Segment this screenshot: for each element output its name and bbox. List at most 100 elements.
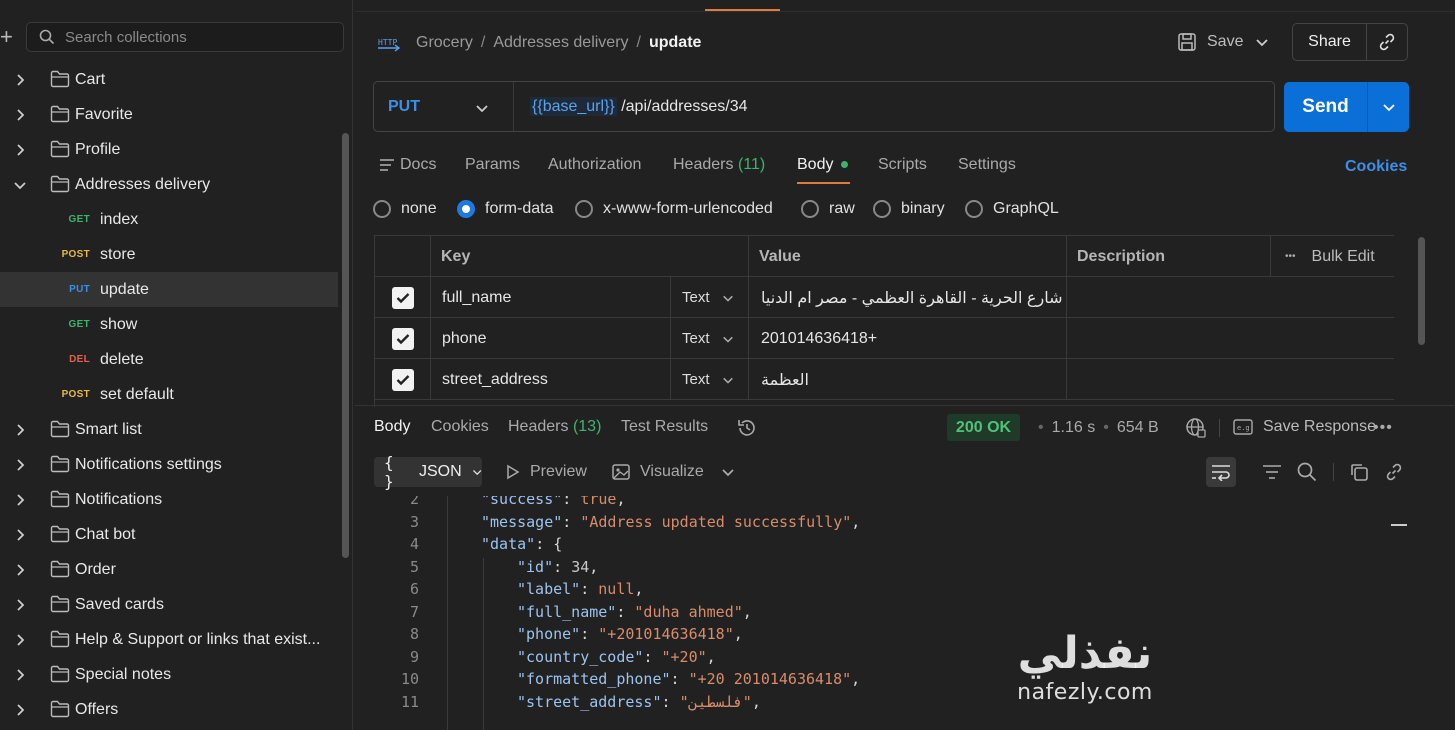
- breadcrumb-current-request[interactable]: update: [649, 34, 701, 51]
- bulk-edit-button[interactable]: ••• Bulk Edit: [1271, 236, 1394, 277]
- chevron-right-icon[interactable]: [13, 143, 27, 157]
- wrap-lines-icon[interactable]: [1206, 457, 1236, 487]
- history-icon[interactable]: [736, 417, 758, 439]
- tab-body[interactable]: Body: [797, 156, 848, 174]
- radio-circle[interactable]: [873, 200, 891, 218]
- save-button[interactable]: Save: [1177, 28, 1243, 56]
- row-checkbox[interactable]: [391, 368, 414, 391]
- url-input[interactable]: {{base_url}} /api/addresses/34: [514, 96, 748, 116]
- chevron-right-icon[interactable]: [13, 458, 27, 472]
- response-time[interactable]: 1.16 s: [1052, 419, 1096, 436]
- breadcrumb-collection[interactable]: Grocery: [416, 34, 473, 51]
- response-tab-body[interactable]: Body: [374, 418, 410, 436]
- response-divider[interactable]: [355, 405, 1455, 406]
- sidebar-scrollbar[interactable]: [342, 133, 349, 558]
- chevron-right-icon[interactable]: [13, 528, 27, 542]
- sidebar-request[interactable]: POST store: [0, 237, 338, 272]
- value-cell[interactable]: العظمة: [749, 359, 1067, 400]
- type-select[interactable]: Text: [671, 277, 749, 318]
- sidebar-folder[interactable]: Special notes: [0, 657, 338, 692]
- response-size[interactable]: 654 B: [1117, 419, 1159, 436]
- copy-icon[interactable]: [1349, 462, 1369, 482]
- sidebar-folder[interactable]: Saved cards: [0, 587, 338, 622]
- preview-button[interactable]: Preview: [506, 463, 587, 481]
- sidebar-folder[interactable]: Offers: [0, 692, 338, 727]
- type-select[interactable]: Text: [671, 359, 749, 400]
- description-cell[interactable]: [1067, 277, 1394, 318]
- sidebar-request[interactable]: GET index: [0, 202, 338, 237]
- chevron-right-icon[interactable]: [13, 598, 27, 612]
- share-button[interactable]: Share: [1293, 24, 1367, 60]
- add-collection-button[interactable]: +: [0, 26, 14, 48]
- sidebar-folder[interactable]: Addresses delivery: [0, 167, 338, 202]
- chevron-right-icon[interactable]: [13, 668, 27, 682]
- sidebar-request[interactable]: DEL delete: [0, 342, 338, 377]
- radio-circle[interactable]: [801, 200, 819, 218]
- key-cell[interactable]: phone: [431, 318, 671, 359]
- tab-headers[interactable]: Headers (11): [673, 156, 765, 174]
- cookies-link[interactable]: Cookies: [1345, 158, 1407, 176]
- body-type-radio[interactable]: form-data: [457, 200, 553, 218]
- body-type-radio[interactable]: binary: [873, 200, 945, 218]
- response-tab-cookies[interactable]: Cookies: [431, 418, 489, 436]
- radio-circle[interactable]: [965, 200, 983, 218]
- save-options-chevron-down-icon[interactable]: [1255, 35, 1269, 49]
- network-globe-icon[interactable]: [1185, 417, 1207, 439]
- chevron-right-icon[interactable]: [13, 633, 27, 647]
- row-checkbox[interactable]: [391, 327, 414, 350]
- send-options-chevron-down-icon[interactable]: [1368, 82, 1409, 132]
- key-cell[interactable]: street_address: [431, 359, 671, 400]
- key-cell[interactable]: full_name: [431, 277, 671, 318]
- more-options-icon[interactable]: •••: [1285, 251, 1296, 262]
- body-type-radio[interactable]: none: [373, 200, 437, 218]
- breadcrumb-folder[interactable]: Addresses delivery: [493, 34, 628, 51]
- tab-docs[interactable]: Docs: [380, 156, 436, 174]
- sidebar-folder[interactable]: Order: [0, 552, 338, 587]
- row-checkbox[interactable]: [391, 286, 414, 309]
- request-scrollbar[interactable]: [1418, 237, 1425, 345]
- description-cell[interactable]: [1067, 359, 1394, 400]
- tab-settings[interactable]: Settings: [958, 156, 1016, 174]
- sidebar-request[interactable]: GET show: [0, 307, 338, 342]
- sidebar-request[interactable]: PUT update: [0, 272, 338, 307]
- sidebar-folder[interactable]: Chat bot: [0, 517, 338, 552]
- radio-circle[interactable]: [457, 200, 475, 218]
- search-collections-box[interactable]: [26, 22, 344, 52]
- response-tab-test-results[interactable]: Test Results: [621, 418, 708, 436]
- sidebar-folder[interactable]: Profile: [0, 132, 338, 167]
- chevron-right-icon[interactable]: [13, 423, 27, 437]
- response-tab-headers[interactable]: Headers (13): [508, 418, 601, 436]
- chevron-right-icon[interactable]: [13, 563, 27, 577]
- sidebar-folder[interactable]: Notifications: [0, 482, 338, 517]
- sidebar-folder[interactable]: Cart: [0, 62, 338, 97]
- tab-authorization[interactable]: Authorization: [548, 156, 641, 174]
- response-body-code[interactable]: 2 "success": true, 3 "message": "Address up…: [355, 496, 1415, 730]
- copy-link-icon[interactable]: [1367, 32, 1407, 52]
- chevron-down-icon[interactable]: [13, 178, 27, 192]
- value-cell[interactable]: شارع الحرية - القاهرة العظمي - مصر ام ال…: [749, 277, 1067, 318]
- link-icon[interactable]: [1384, 462, 1404, 482]
- value-cell[interactable]: +201014636418: [749, 318, 1067, 359]
- status-badge[interactable]: 200 OK: [947, 414, 1020, 441]
- type-select[interactable]: Text: [671, 318, 749, 359]
- send-button[interactable]: Send: [1284, 82, 1368, 132]
- sidebar-folder[interactable]: Smart list: [0, 412, 338, 447]
- chevron-right-icon[interactable]: [13, 108, 27, 122]
- radio-circle[interactable]: [373, 200, 391, 218]
- format-select[interactable]: { } JSON: [374, 453, 482, 491]
- search-icon[interactable]: [1297, 462, 1317, 482]
- sidebar-folder[interactable]: Notifications settings: [0, 447, 338, 482]
- radio-circle[interactable]: [575, 200, 593, 218]
- description-cell[interactable]: [1067, 318, 1394, 359]
- body-type-radio[interactable]: raw: [801, 200, 855, 218]
- sidebar-folder[interactable]: Favorite: [0, 97, 338, 132]
- sidebar-request[interactable]: POST set default: [0, 377, 338, 412]
- sidebar-folder[interactable]: Help & Support or links that exist...: [0, 622, 338, 657]
- visualize-button[interactable]: Visualize: [612, 463, 704, 481]
- tab-scripts[interactable]: Scripts: [878, 156, 927, 174]
- body-type-radio[interactable]: x-www-form-urlencoded: [575, 200, 773, 218]
- visualize-options-chevron-down-icon[interactable]: [721, 465, 735, 479]
- method-select[interactable]: PUT: [374, 82, 514, 131]
- chevron-right-icon[interactable]: [13, 73, 27, 87]
- chevron-right-icon[interactable]: [13, 493, 27, 507]
